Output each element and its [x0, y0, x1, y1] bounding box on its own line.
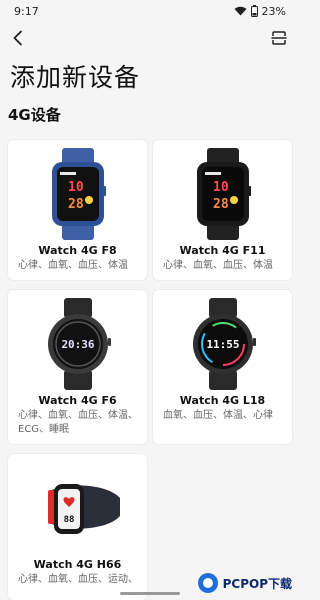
device-card-f11[interactable]: 10 28 Watch 4G F11 心律、血氧、血压、体温 [153, 140, 292, 280]
battery-percent: 23% [261, 4, 286, 18]
device-name-f8: Watch 4G F8 [38, 244, 117, 257]
watch-hour-f11: 10 [213, 180, 229, 195]
status-icons: 23% [234, 5, 286, 18]
device-card-l18[interactable]: 11:55 Watch 4G L18 血氧、血压、体温、心律 [153, 290, 292, 444]
device-features-f6: 心律、血氧、血压、体温、ECG、睡眠 [18, 410, 138, 435]
watch-image-l18: 11:55 [153, 298, 292, 390]
watch-image-f11: 10 28 [153, 148, 292, 240]
chevron-left-icon [13, 30, 22, 46]
watch-hour-f8: 10 [68, 180, 84, 195]
battery-icon [250, 5, 258, 17]
watch-minute-f8: 28 [68, 197, 84, 212]
device-features-h66: 心律、血氧、血压、运动、 [18, 574, 138, 585]
device-card-h66[interactable]: 88 Watch 4G H66 心律、血氧、血压、运动、 [8, 454, 147, 600]
watch-reading-h66: 88 [63, 515, 74, 525]
device-features-f8: 心律、血氧、血压、体温 [18, 260, 128, 271]
device-name-f11: Watch 4G F11 [179, 244, 266, 257]
top-bar [0, 24, 300, 52]
watch-minute-f11: 28 [213, 197, 229, 212]
back-button[interactable] [8, 26, 28, 50]
device-features-f11: 心律、血氧、血压、体温 [163, 260, 273, 271]
watermark-text: PCPOP下载 [222, 576, 292, 591]
section-title: 4G设备 [8, 106, 61, 124]
device-features-l18: 血氧、血压、体温、心律 [163, 410, 273, 421]
status-bar: 9:17 23% [0, 0, 300, 22]
device-card-f6[interactable]: 20:36 Watch 4G F6 心律、血氧、血压、体温、ECG、睡眠 [8, 290, 147, 444]
watch-image-h66: 88 [8, 462, 147, 554]
watch-image-f6: 20:36 [8, 298, 147, 390]
page-title: 添加新设备 [10, 63, 141, 92]
device-name-f6: Watch 4G F6 [38, 394, 117, 407]
watermark: PCPOP下载 [197, 568, 292, 598]
device-name-h66: Watch 4G H66 [33, 558, 122, 571]
watch-time-f6: 20:36 [61, 338, 94, 351]
watch-time-l18: 11:55 [206, 338, 239, 351]
status-time: 9:17 [14, 4, 39, 18]
home-indicator[interactable] [120, 592, 180, 595]
pcpop-logo-icon [197, 573, 218, 593]
scan-button[interactable] [268, 27, 290, 49]
scan-icon [271, 31, 287, 45]
watch-image-f8: 10 28 [8, 148, 147, 240]
device-name-l18: Watch 4G L18 [179, 394, 266, 407]
wifi-icon [234, 6, 247, 16]
device-card-f8[interactable]: 10 28 Watch 4G F8 心律、血氧、血压、体温 [8, 140, 147, 280]
